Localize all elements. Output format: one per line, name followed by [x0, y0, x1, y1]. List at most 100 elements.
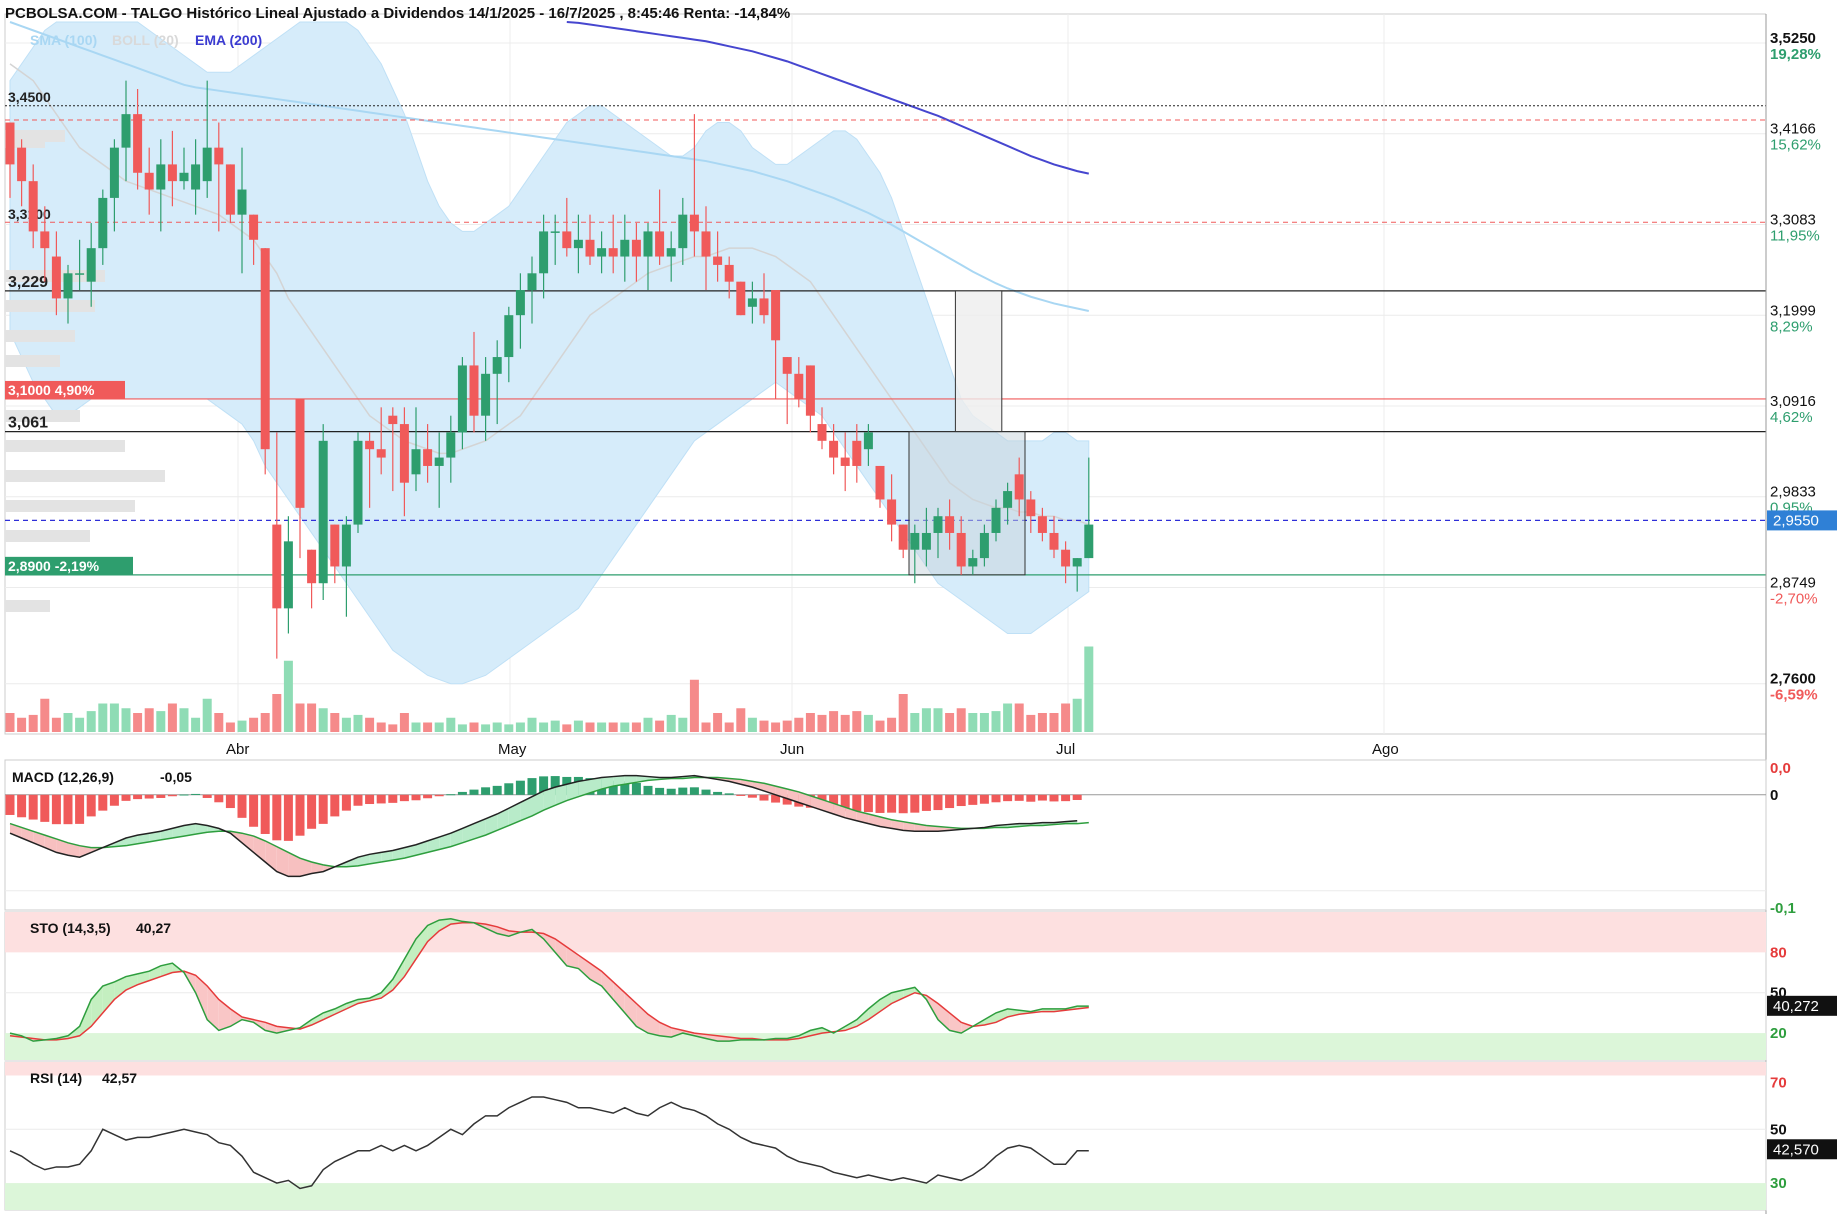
volume-bar [631, 722, 641, 732]
volume-bar [968, 713, 978, 732]
volume-bar [1049, 713, 1059, 732]
macd-histogram-bar [887, 794, 897, 813]
volume-bar [597, 722, 607, 732]
macd-histogram-bar [75, 794, 85, 824]
volume-bar [527, 717, 537, 732]
volume-bar [411, 722, 421, 732]
candle-body [597, 248, 607, 257]
volume-bar [713, 713, 723, 732]
macd-histogram-bar [492, 785, 502, 795]
volume-bar [863, 714, 873, 732]
macd-histogram-bar [98, 794, 108, 811]
candle-body [713, 256, 723, 265]
macd-tick: 0,0 [1770, 760, 1791, 777]
volume-bar [829, 711, 839, 732]
macd-histogram-bar [1003, 794, 1013, 802]
candle-body [283, 541, 293, 609]
candle-body [376, 449, 386, 458]
macd-value: -0,05 [160, 769, 192, 785]
volume-bar [307, 703, 317, 732]
candle-body [573, 239, 583, 249]
candle-body [736, 281, 746, 316]
candle-body [875, 465, 885, 500]
volume-bar [133, 713, 143, 732]
candle-body [817, 424, 827, 441]
right-axis-pct: 8,29% [1770, 318, 1813, 335]
volume-bar [666, 714, 676, 732]
volume-profile-bar [5, 600, 50, 612]
candle-body [655, 231, 665, 257]
candle-body [956, 532, 966, 567]
volume-bar [991, 711, 1001, 732]
macd-histogram-bar [272, 794, 282, 841]
volume-bar [423, 722, 433, 732]
volume-bar [550, 720, 560, 732]
volume-bar [214, 713, 224, 732]
volume-bar [295, 703, 305, 732]
macd-histogram-bar [295, 794, 305, 836]
macd-histogram-bar [202, 794, 212, 798]
volume-bar [202, 698, 212, 732]
volume-bar [283, 660, 293, 732]
rsi-oversold-zone [5, 1183, 1766, 1210]
macd-histogram-bar [991, 794, 1001, 803]
candle-body [272, 524, 282, 609]
macd-histogram-bar [643, 785, 653, 795]
candle-body [423, 449, 433, 466]
volume-bar [457, 724, 467, 732]
candle-body [724, 264, 734, 282]
macd-histogram-bar [457, 791, 467, 795]
volume-bar [504, 724, 514, 732]
month-label: Ago [1372, 741, 1399, 758]
volume-profile-bar [5, 355, 60, 367]
macd-histogram-bar [109, 794, 119, 806]
macd-histogram-bar [133, 794, 143, 800]
candle-body [689, 214, 699, 232]
candle-body [631, 239, 641, 257]
legend-sma: SMA (100) [30, 32, 97, 48]
volume-bar [1003, 703, 1013, 732]
volume-bar [156, 711, 166, 732]
volume-bar [40, 698, 50, 732]
macd-histogram-bar [260, 794, 270, 834]
level-label: 3,061 [8, 415, 48, 432]
candle-body [759, 298, 769, 316]
candle-body [562, 231, 572, 249]
volume-bar [875, 720, 885, 732]
sto-value: 40,27 [136, 920, 171, 936]
macd-histogram-bar [86, 794, 96, 817]
macd-histogram-bar [736, 794, 746, 796]
candle-body [434, 457, 444, 466]
candle-body [260, 248, 270, 450]
right-axis-price: 2,8749 [1770, 574, 1816, 591]
macd-histogram-bar [666, 788, 676, 795]
volume-bar [28, 714, 38, 732]
volume-bar [17, 717, 27, 732]
candle-body [910, 532, 920, 550]
sto-label: STO (14,3,5) [30, 920, 111, 936]
volume-bar [689, 679, 699, 732]
macd-histogram-bar [852, 794, 862, 812]
right-axis-price: 3,3083 [1770, 211, 1816, 228]
candle-body [921, 532, 931, 550]
right-axis-price: 3,1999 [1770, 302, 1816, 319]
volume-bar [852, 711, 862, 732]
macd-histogram-bar [179, 794, 189, 796]
macd-histogram-bar [910, 794, 920, 813]
candle-body [539, 231, 549, 274]
volume-bar [794, 717, 804, 732]
macd-histogram-bar [225, 794, 235, 809]
macd-histogram-bar [318, 794, 328, 824]
candle-body [666, 248, 676, 257]
volume-bar [1061, 703, 1071, 732]
macd-histogram-bar [191, 793, 201, 795]
volume-profile-bar [5, 300, 95, 312]
macd-histogram-bar [399, 794, 409, 802]
month-label: Abr [226, 741, 249, 758]
sto-overbought-zone [5, 912, 1766, 953]
candle-body [979, 532, 989, 559]
volume-bar [434, 722, 444, 732]
macd-histogram-bar [515, 780, 525, 795]
candle-body [747, 298, 757, 307]
right-axis-pct: 19,28% [1770, 46, 1821, 63]
